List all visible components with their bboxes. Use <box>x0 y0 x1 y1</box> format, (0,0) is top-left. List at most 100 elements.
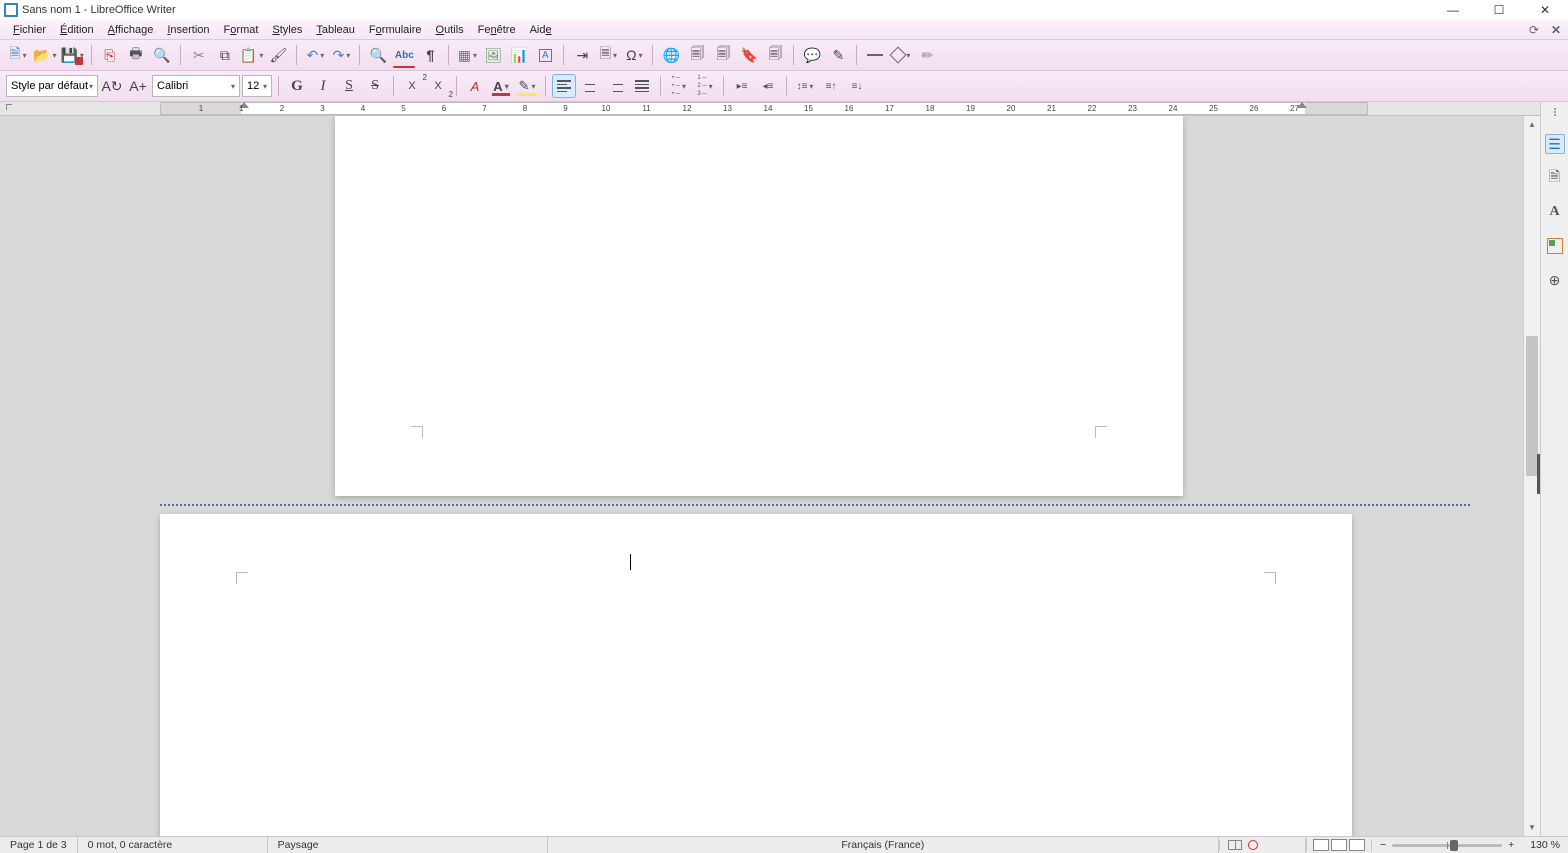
zoom-in-button[interactable]: + <box>1508 839 1514 851</box>
status-zoom-value[interactable]: 130 % <box>1522 837 1568 853</box>
menu-affichage[interactable]: Affichage <box>101 22 161 38</box>
sidebar-styles-icon[interactable]: A <box>1545 202 1565 222</box>
sidebar-gallery-icon[interactable] <box>1545 236 1565 256</box>
copy-button[interactable]: ⧉ <box>213 43 237 67</box>
scroll-down-button[interactable]: ▾ <box>1524 819 1540 836</box>
menu-édition[interactable]: Édition <box>53 22 101 38</box>
find-replace-button[interactable]: 🔍 <box>366 43 390 67</box>
export-pdf-button[interactable]: ⎘ <box>98 43 122 67</box>
paste-button[interactable]: 📋▾ <box>239 43 264 67</box>
sidebar-navigator-icon[interactable]: ⊕ <box>1545 270 1565 290</box>
horizontal-ruler[interactable]: 1123456789101112131415161718192021222324… <box>0 102 1568 116</box>
open-button[interactable]: 📂▾ <box>32 43 57 67</box>
insert-line-button[interactable] <box>863 43 887 67</box>
font-name-combo[interactable]: Calibri▾ <box>152 75 240 97</box>
save-button[interactable]: 💾▾ <box>59 43 84 67</box>
superscript-button[interactable]: X <box>400 74 424 98</box>
menu-fichier[interactable]: Fichier <box>6 22 53 38</box>
insert-endnote-button[interactable]: 🗐 <box>711 43 735 67</box>
menu-insertion[interactable]: Insertion <box>160 22 216 38</box>
menu-tableau[interactable]: Tableau <box>309 22 362 38</box>
align-left-button[interactable] <box>552 74 576 98</box>
insert-hyperlink-button[interactable]: 🌐 <box>659 43 683 67</box>
underline-button[interactable]: S <box>337 74 361 98</box>
menu-formulaire[interactable]: Formulaire <box>362 22 429 38</box>
align-center-button[interactable] <box>578 74 602 98</box>
redo-button[interactable]: ↷▾ <box>329 43 353 67</box>
standard-toolbar: 🗎▾ 📂▾ 💾▾ ⎘ 🖶 🔍 ✂ ⧉ 📋▾ 🖌 ↶▾ ↷▾ 🔍 Abc ¶ ▦▾… <box>0 40 1568 71</box>
status-view-buttons[interactable] <box>1306 839 1371 851</box>
insert-comment-button[interactable]: 💬 <box>800 43 824 67</box>
menu-styles[interactable]: Styles <box>265 22 309 38</box>
line-spacing-button[interactable]: ↕≡▾ <box>793 74 817 98</box>
insert-chart-button[interactable]: 📊 <box>507 43 531 67</box>
menu-outils[interactable]: Outils <box>429 22 471 38</box>
formatting-marks-button[interactable]: ¶ <box>418 43 442 67</box>
update-style-button[interactable]: A↻ <box>100 74 124 98</box>
italic-button[interactable]: I <box>311 74 335 98</box>
align-justify-button[interactable] <box>630 74 654 98</box>
page-2[interactable] <box>160 514 1352 836</box>
status-bar: Page 1 de 3 0 mot, 0 caractère Paysage F… <box>0 836 1568 853</box>
bullet-list-button[interactable]: • ─• ─• ─▾ <box>667 74 691 98</box>
paragraph-style-combo[interactable]: Style par défaut▾ <box>6 75 98 97</box>
font-size-combo[interactable]: 12▾ <box>242 75 272 97</box>
print-button[interactable]: 🖶 <box>124 43 148 67</box>
number-list-button[interactable]: 1 ─2 ─3 ─▾ <box>693 74 717 98</box>
draw-functions-button[interactable]: ✏ <box>915 43 939 67</box>
update-icon[interactable]: ⟳ <box>1526 22 1542 38</box>
font-color-button[interactable]: A▾ <box>489 74 513 98</box>
clear-format-button[interactable]: A <box>463 74 487 98</box>
vertical-scrollbar[interactable]: ▴ ▾ <box>1523 116 1540 836</box>
sidebar-page-icon[interactable]: 🗎 <box>1545 168 1565 188</box>
menu-aide[interactable]: Aide <box>523 22 559 38</box>
insert-symbol-button[interactable]: Ω▾ <box>622 43 646 67</box>
insert-footnote-button[interactable]: 🗐 <box>685 43 709 67</box>
new-style-button[interactable]: A+ <box>126 74 150 98</box>
zoom-out-button[interactable]: − <box>1380 839 1386 851</box>
insert-table-button[interactable]: ▦▾ <box>455 43 479 67</box>
scroll-up-button[interactable]: ▴ <box>1524 116 1540 133</box>
menu-fenêtre[interactable]: Fenêtre <box>471 22 523 38</box>
maximize-button[interactable]: ☐ <box>1476 0 1522 20</box>
decrease-indent-button[interactable]: ◂≡ <box>756 74 780 98</box>
insert-image-button[interactable]: 🖼 <box>481 43 505 67</box>
increase-indent-button[interactable]: ▸≡ <box>730 74 754 98</box>
insert-crossref-button[interactable]: 🗐 <box>763 43 787 67</box>
status-zoom[interactable]: − + <box>1371 839 1522 851</box>
menu-format[interactable]: Format <box>217 22 266 38</box>
print-preview-button[interactable]: 🔍 <box>150 43 174 67</box>
strikethrough-button[interactable]: S <box>363 74 387 98</box>
sidebar-handle[interactable] <box>1551 108 1559 116</box>
align-right-button[interactable] <box>604 74 628 98</box>
clone-format-button[interactable]: 🖌 <box>266 43 290 67</box>
close-document-button[interactable]: ✕ <box>1548 22 1564 38</box>
track-changes-button[interactable]: ✎ <box>826 43 850 67</box>
status-page-style[interactable]: Paysage <box>268 837 548 853</box>
undo-button[interactable]: ↶▾ <box>303 43 327 67</box>
insert-textbox-button[interactable]: A <box>533 43 557 67</box>
close-window-button[interactable]: ✕ <box>1522 0 1568 20</box>
spellcheck-button[interactable]: Abc <box>392 43 416 67</box>
status-wordcount[interactable]: 0 mot, 0 caractère <box>78 837 268 853</box>
status-language[interactable]: Français (France) <box>548 837 1219 853</box>
new-button[interactable]: 🗎▾ <box>6 43 30 67</box>
bold-button[interactable]: G <box>285 74 309 98</box>
insert-pagebreak-button[interactable]: ⇥ <box>570 43 594 67</box>
minimize-button[interactable]: — <box>1430 0 1476 20</box>
status-page[interactable]: Page 1 de 3 <box>0 837 78 853</box>
page-1[interactable] <box>335 116 1183 496</box>
insert-bookmark-button[interactable]: 🔖 <box>737 43 761 67</box>
zoom-slider[interactable] <box>1392 844 1502 847</box>
highlight-button[interactable]: ✎▾ <box>515 74 539 98</box>
cut-button[interactable]: ✂ <box>187 43 211 67</box>
subscript-button[interactable]: X <box>426 74 450 98</box>
insert-field-button[interactable]: 🗏▾ <box>596 43 620 67</box>
basic-shapes-button[interactable]: ▾ <box>889 43 913 67</box>
status-insert-mode[interactable] <box>1219 840 1266 850</box>
sidebar-properties-icon[interactable]: ☰ <box>1545 134 1565 154</box>
app-icon <box>4 3 18 17</box>
decrease-para-spacing-button[interactable]: ≡↓ <box>845 74 869 98</box>
document-area[interactable] <box>0 116 1540 836</box>
increase-para-spacing-button[interactable]: ≡↑ <box>819 74 843 98</box>
